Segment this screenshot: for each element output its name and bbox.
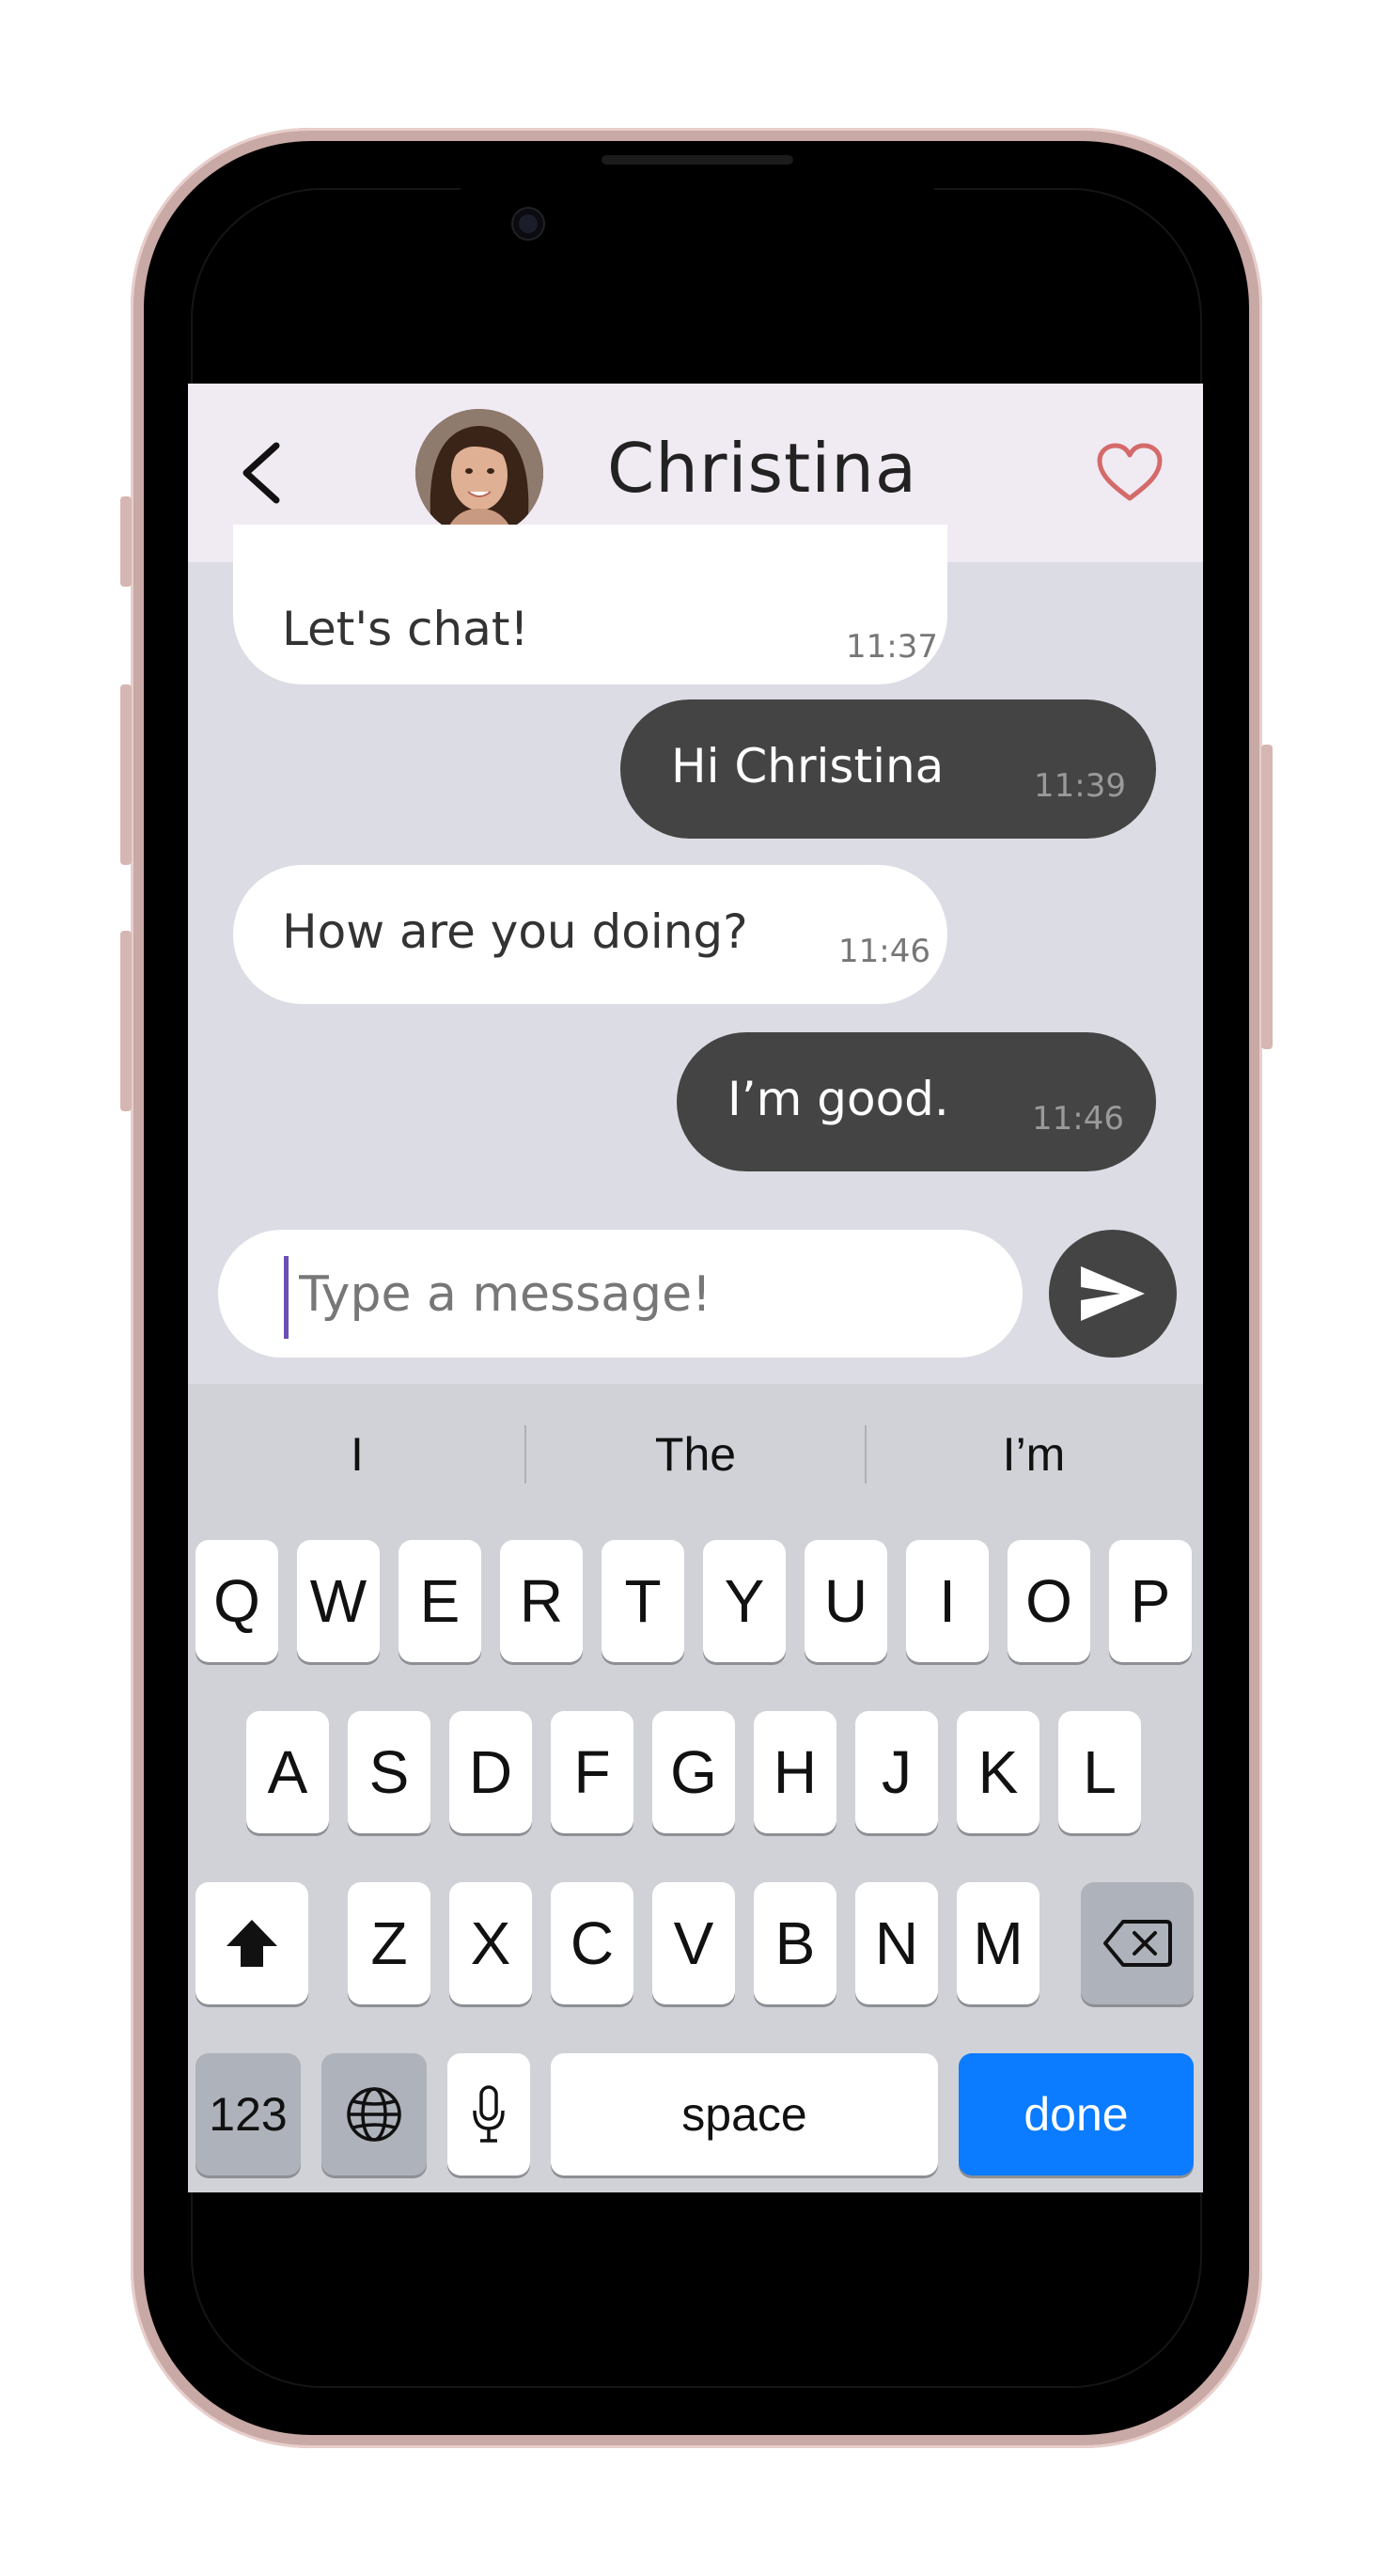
phone-power-button [1261, 745, 1273, 1049]
key-q[interactable]: Q [195, 1540, 278, 1662]
key-x[interactable]: X [449, 1882, 532, 2004]
key-u[interactable]: U [805, 1540, 887, 1662]
key-c[interactable]: C [551, 1882, 633, 2004]
globe-key[interactable] [321, 2053, 427, 2175]
front-camera [513, 209, 543, 239]
key-w[interactable]: W [297, 1540, 380, 1662]
backspace-icon [1103, 1920, 1172, 1967]
heart-icon[interactable] [1096, 442, 1164, 504]
message-time: 11:37 [846, 628, 938, 666]
earpiece-speaker [602, 155, 793, 165]
message-input[interactable] [297, 1247, 1015, 1343]
contact-name: Christina [607, 429, 918, 508]
key-d[interactable]: D [449, 1711, 532, 1833]
send-icon [1081, 1266, 1145, 1321]
key-e[interactable]: E [399, 1540, 481, 1662]
key-p[interactable]: P [1109, 1540, 1192, 1662]
suggestion-item[interactable]: I [197, 1422, 517, 1487]
key-z[interactable]: Z [348, 1882, 430, 2004]
message-text: How are you doing? [282, 904, 748, 959]
key-o[interactable]: O [1008, 1540, 1090, 1662]
microphone-icon [473, 2085, 505, 2143]
message-bubble-outgoing[interactable]: I’m good. 11:46 [677, 1032, 1156, 1171]
key-v[interactable]: V [652, 1882, 735, 2004]
message-bubble-incoming[interactable]: How are you doing? 11:46 [233, 865, 947, 1004]
phone-volume-down-button [120, 931, 132, 1111]
suggestion-bar: I The I’m [188, 1384, 1203, 1525]
backspace-key[interactable] [1081, 1882, 1194, 2004]
shift-icon [227, 1920, 277, 1967]
message-text: Let's chat! [282, 602, 529, 656]
message-text: I’m good. [727, 1072, 949, 1126]
key-k[interactable]: K [957, 1711, 1039, 1833]
key-r[interactable]: R [500, 1540, 583, 1662]
message-time: 11:46 [1032, 1100, 1124, 1138]
key-j[interactable]: J [855, 1711, 938, 1833]
key-b[interactable]: B [754, 1882, 836, 2004]
suggestion-item[interactable]: The [536, 1422, 855, 1487]
key-l[interactable]: L [1058, 1711, 1141, 1833]
key-g[interactable]: G [652, 1711, 735, 1833]
message-list[interactable]: Let's chat! 11:37 Hi Christina 11:39 How… [188, 525, 1203, 1230]
shift-key[interactable] [195, 1882, 308, 2004]
key-t[interactable]: T [602, 1540, 684, 1662]
send-button[interactable] [1049, 1230, 1177, 1358]
key-i[interactable]: I [906, 1540, 989, 1662]
phone-volume-up-button [120, 684, 132, 865]
key-f[interactable]: F [551, 1711, 633, 1833]
message-time: 11:46 [838, 933, 930, 970]
chat-screen: Christina Let's chat! 11:37 Hi Christina… [188, 384, 1203, 2192]
key-s[interactable]: S [348, 1711, 430, 1833]
message-composer [188, 1230, 1203, 1380]
numbers-key[interactable]: 123 [195, 2053, 301, 2175]
suggestion-item[interactable]: I’m [874, 1422, 1194, 1487]
globe-icon [347, 2087, 401, 2142]
suggestion-divider [865, 1425, 867, 1484]
message-text: Hi Christina [671, 739, 945, 793]
done-key[interactable]: done [959, 2053, 1194, 2175]
key-a[interactable]: A [246, 1711, 329, 1833]
avatar[interactable] [415, 409, 543, 537]
space-key[interactable]: space [551, 2053, 938, 2175]
message-input-container[interactable] [218, 1230, 1023, 1358]
key-n[interactable]: N [855, 1882, 938, 2004]
key-m[interactable]: M [957, 1882, 1039, 2004]
message-bubble-outgoing[interactable]: Hi Christina 11:39 [620, 699, 1156, 839]
key-y[interactable]: Y [703, 1540, 786, 1662]
notch [461, 188, 934, 291]
keyboard: I The I’m Q W E R T Y U I O P A S D F G … [188, 1384, 1203, 2192]
key-h[interactable]: H [754, 1711, 836, 1833]
dictation-key[interactable] [447, 2053, 530, 2175]
phone-action-button [120, 496, 132, 587]
text-caret [284, 1256, 289, 1339]
suggestion-divider [524, 1425, 526, 1484]
message-time: 11:39 [1034, 767, 1126, 805]
message-bubble-incoming[interactable]: Let's chat! 11:37 [233, 525, 947, 684]
back-chevron-icon[interactable] [227, 440, 293, 506]
